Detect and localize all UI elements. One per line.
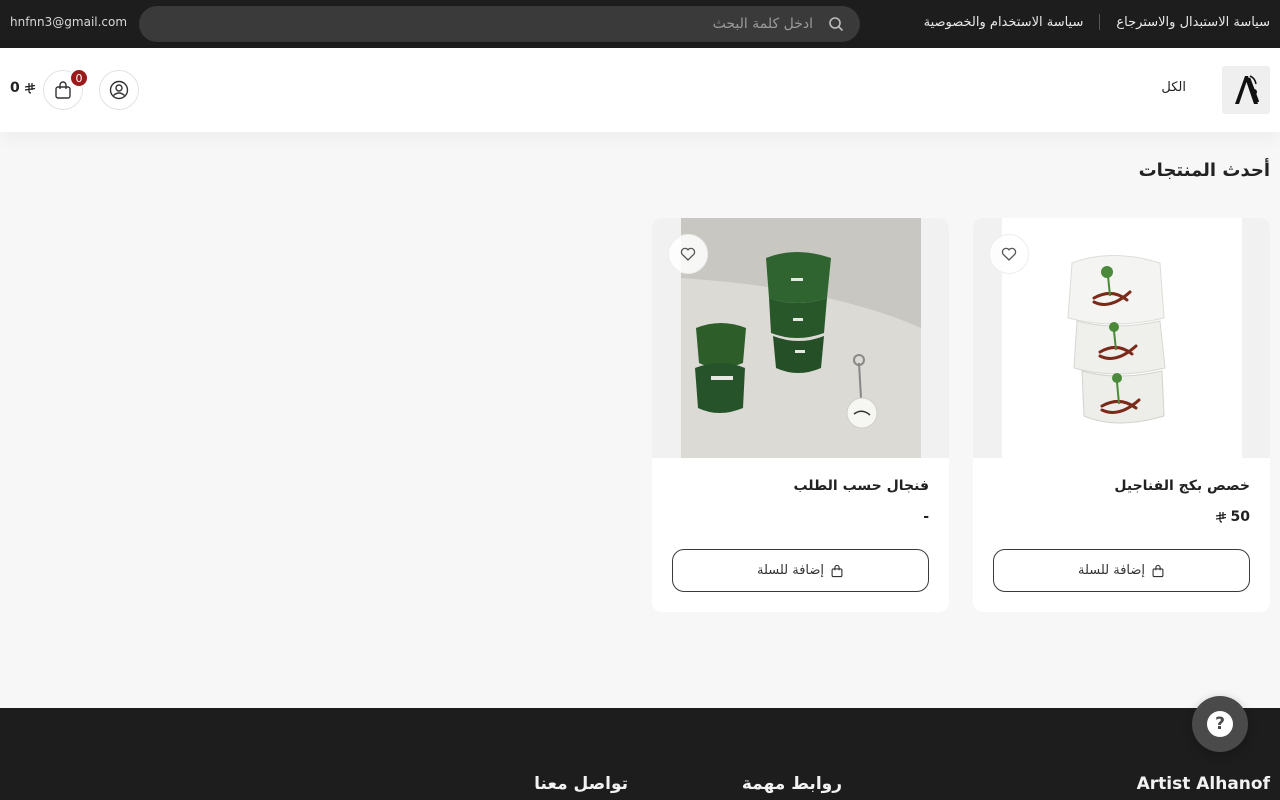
shopping-bag-icon xyxy=(1152,564,1164,577)
artist-logo-icon xyxy=(1235,75,1260,104)
add-to-cart-button[interactable]: إضافة للسلة xyxy=(993,549,1250,592)
product-card[interactable]: فنجال حسب الطلب - إضافة للسلة xyxy=(652,218,949,612)
search-input[interactable] xyxy=(139,6,829,42)
product-image[interactable] xyxy=(681,218,921,458)
favorite-button[interactable] xyxy=(989,234,1029,274)
heart-icon xyxy=(1001,247,1017,261)
top-links-divider xyxy=(1099,14,1101,30)
heart-icon xyxy=(680,247,696,261)
product-name[interactable]: فنجال حسب الطلب xyxy=(793,478,929,494)
product-card[interactable]: خصص بكج الفناجيل 50 إضافة للسلة xyxy=(973,218,1270,612)
product-image-area xyxy=(652,218,949,458)
exchange-policy-link[interactable]: سياسة الاستبدال والاسترجاع xyxy=(1116,15,1270,30)
store-logo[interactable] xyxy=(1222,66,1270,114)
section-title: أحدث المنتجات xyxy=(1138,160,1270,181)
user-icon xyxy=(109,80,129,100)
help-button[interactable]: ? xyxy=(1192,696,1248,752)
contact-email[interactable]: hnfnn3@gmail.com xyxy=(10,15,127,29)
favorite-button[interactable] xyxy=(668,234,708,274)
product-price-value: 50 xyxy=(1230,509,1250,525)
cart-total-value: 0 xyxy=(10,80,20,96)
riyal-symbol-icon xyxy=(1215,512,1226,523)
riyal-symbol-icon xyxy=(24,83,35,94)
top-bar: سياسة الاستبدال والاسترجاع سياسة الاستخد… xyxy=(0,0,1280,48)
product-price: 50 xyxy=(1215,509,1250,525)
product-price-value: - xyxy=(923,509,929,525)
footer: Artist Alhanof روابط مهمة تواصل معنا xyxy=(0,708,1280,800)
product-image[interactable] xyxy=(1002,218,1242,458)
add-to-cart-label: إضافة للسلة xyxy=(1077,563,1146,578)
question-icon: ? xyxy=(1207,711,1233,737)
product-name[interactable]: خصص بكج الفناجيل xyxy=(1114,478,1250,494)
search-icon[interactable] xyxy=(828,16,844,32)
cart-count-badge: 0 xyxy=(69,68,89,88)
add-to-cart-label: إضافة للسلة xyxy=(756,563,825,578)
main-header: الكل 0 xyxy=(0,48,1280,132)
product-price: - xyxy=(923,509,929,525)
top-links: سياسة الاستبدال والاسترجاع سياسة الاستخد… xyxy=(924,14,1270,30)
account-button[interactable] xyxy=(99,70,139,110)
add-to-cart-button[interactable]: إضافة للسلة xyxy=(672,549,929,592)
nav-all-link[interactable]: الكل xyxy=(1161,80,1186,95)
search-bar xyxy=(139,6,860,42)
privacy-policy-link[interactable]: سياسة الاستخدام والخصوصية xyxy=(924,15,1084,30)
footer-brand: Artist Alhanof xyxy=(1136,774,1270,794)
product-image-area xyxy=(973,218,1270,458)
shopping-bag-icon xyxy=(831,564,843,577)
footer-links-title: روابط مهمة xyxy=(741,774,842,794)
footer-contact-title: تواصل معنا xyxy=(534,774,628,794)
cart-total: 0 xyxy=(10,80,36,96)
